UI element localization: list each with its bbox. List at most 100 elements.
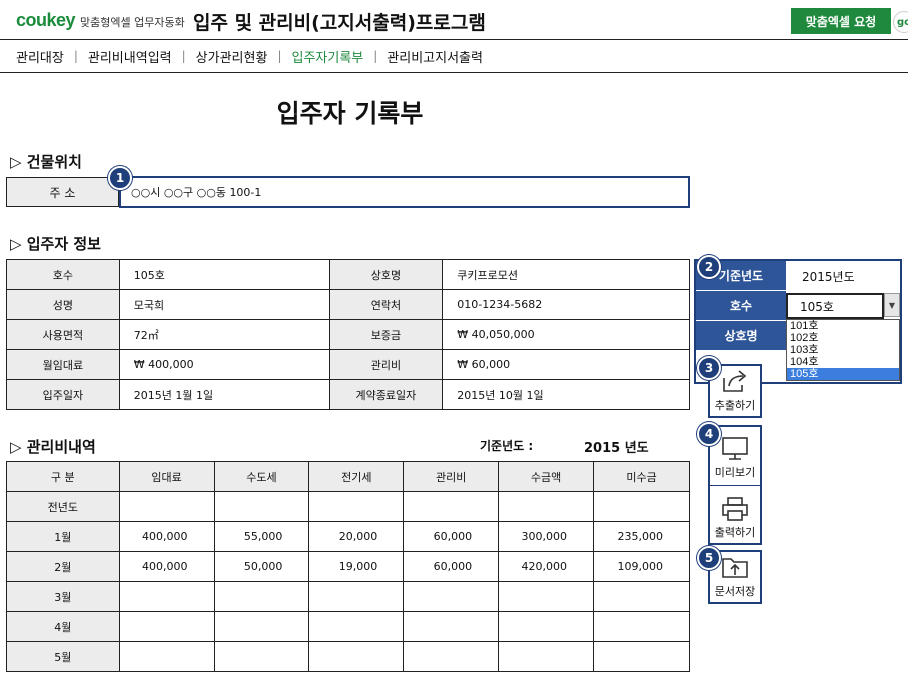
fee-cell[interactable] [498,581,595,612]
nav-item-shop-status[interactable]: 상가관리현황 [196,47,268,66]
row-label: 3월 [6,581,120,612]
fee-cell[interactable] [118,491,215,522]
fee-cell[interactable] [308,491,405,522]
value-deposit[interactable]: ₩ 40,050,000 [442,319,690,350]
value-move-in-date[interactable]: 2015년 1월 1일 [118,379,330,410]
unit-option[interactable]: 103호 [787,344,899,356]
coukey-logo[interactable]: coukey [16,10,76,31]
go-badge[interactable]: go [893,11,908,33]
unit-option[interactable]: 102호 [787,332,899,344]
value-monthly-rent[interactable]: ₩ 400,000 [118,349,330,380]
fee-cell[interactable]: 109,000 [593,551,690,582]
fee-cell[interactable]: 300,000 [498,521,595,552]
fee-cell[interactable]: 420,000 [498,551,595,582]
value-unit[interactable]: 105호 [118,259,330,290]
step-marker-1: 1 [108,166,132,190]
fees-section-title: ▷ 관리비내역 [10,438,96,456]
fee-cell[interactable]: 20,000 [308,521,405,552]
fee-cell[interactable] [118,581,215,612]
app-title: 입주 및 관리비(고지서출력)프로그램 [193,12,486,34]
value-management-fee[interactable]: ₩ 60,000 [442,349,690,380]
unit-dropdown-list[interactable]: 101호 102호 103호 104호 105호 [786,319,900,381]
header-management: 관리비 [403,461,500,492]
nav-separator: | [373,49,378,63]
step-marker-2: 2 [697,255,721,279]
fee-cell[interactable] [593,641,690,672]
save-document-label: 문서저장 [714,585,756,598]
custom-excel-request-button[interactable]: 맞춤엑셀 요청 [791,8,891,34]
table-row: 사용면적 72㎡ 보증금 ₩ 40,050,000 [6,319,690,350]
export-icon [723,370,747,392]
fee-cell[interactable] [213,581,310,612]
panel-unit-label: 호수 [696,291,786,321]
fee-cell[interactable] [308,641,405,672]
export-label: 추출하기 [714,399,756,412]
fee-cell[interactable] [593,611,690,642]
label-monthly-rent: 월임대료 [6,349,120,380]
tenant-info-table: 호수 105호 상호명 쿠키프로모션 성명 모국희 연락처 010-1234-5… [6,259,690,410]
fee-cell[interactable] [498,641,595,672]
panel-year-value[interactable]: 2015년도 [788,261,855,291]
fee-cell[interactable]: 60,000 [403,551,500,582]
fee-cell[interactable] [118,641,215,672]
value-contract-end[interactable]: 2015년 10월 1일 [442,379,690,410]
fee-cell[interactable] [403,581,500,612]
row-label: 1월 [6,521,120,552]
value-contact[interactable]: 010-1234-5682 [442,289,690,320]
header-rent: 임대료 [118,461,215,492]
tenant-section-title: ▷ 입주자 정보 [10,235,101,253]
value-shop-name[interactable]: 쿠키프로모션 [442,259,690,290]
chevron-down-icon[interactable]: ▼ [884,293,900,317]
fee-cell[interactable]: 235,000 [593,521,690,552]
value-area[interactable]: 72㎡ [118,319,330,350]
fee-cell[interactable]: 19,000 [308,551,405,582]
nav-separator: | [277,49,282,63]
print-button[interactable]: 출력하기 [710,487,760,543]
value-name[interactable]: 모국희 [118,289,330,320]
fee-cell[interactable] [308,611,405,642]
table-row: 호수 105호 상호명 쿠키프로모션 [6,259,690,290]
unit-option[interactable]: 105호 [787,368,899,380]
fee-cell[interactable] [498,611,595,642]
table-row: 3월 [6,581,690,612]
fee-cell[interactable] [593,491,690,522]
fee-cell[interactable] [118,611,215,642]
unit-select[interactable]: 105호 [786,293,884,319]
fee-cell[interactable] [308,581,405,612]
fee-cell[interactable]: 400,000 [118,551,215,582]
fee-cell[interactable] [213,611,310,642]
address-field[interactable]: ○○시 ○○구 ○○동 100-1 [119,176,690,208]
label-deposit: 보증금 [328,319,444,350]
unit-option[interactable]: 101호 [787,320,899,332]
page-title: 입주자 기록부 [276,99,424,128]
nav-separator: | [181,49,186,63]
table-row: 성명 모국희 연락처 010-1234-5682 [6,289,690,320]
fee-cell[interactable] [403,611,500,642]
logo-subtitle: 맞춤형엑셀 업무자동화 [80,16,185,29]
fee-cell[interactable]: 55,000 [213,521,310,552]
nav-item-fee-notice[interactable]: 관리비고지서출력 [387,47,483,66]
nav-item-fee-input[interactable]: 관리비내역입력 [88,47,172,66]
fee-cell[interactable]: 60,000 [403,521,500,552]
fee-cell[interactable] [498,491,595,522]
unit-option[interactable]: 104호 [787,356,899,368]
fee-cell[interactable] [403,641,500,672]
nav-item-tenant-record[interactable]: 입주자기록부 [291,47,363,66]
fee-cell[interactable] [213,641,310,672]
fee-cell[interactable] [213,491,310,522]
nav-item-ledger[interactable]: 관리대장 [16,47,64,66]
panel-shop-label: 상호명 [696,321,786,351]
table-row: 입주일자 2015년 1월 1일 계약종료일자 2015년 10월 1일 [6,379,690,410]
fee-cell[interactable] [593,581,690,612]
header-outstanding: 미수금 [593,461,690,492]
fee-cell[interactable]: 400,000 [118,521,215,552]
fee-cell[interactable]: 50,000 [213,551,310,582]
header-water: 수도세 [213,461,310,492]
label-contract-end: 계약종료일자 [328,379,444,410]
row-label: 5월 [6,641,120,672]
label-unit: 호수 [6,259,120,290]
fee-cell[interactable] [403,491,500,522]
label-shop-name: 상호명 [328,259,444,290]
fee-table: 구 분 임대료 수도세 전기세 관리비 수금액 미수금 전년도 1월 400,000… [6,461,690,672]
preview-label: 미리보기 [714,466,756,479]
